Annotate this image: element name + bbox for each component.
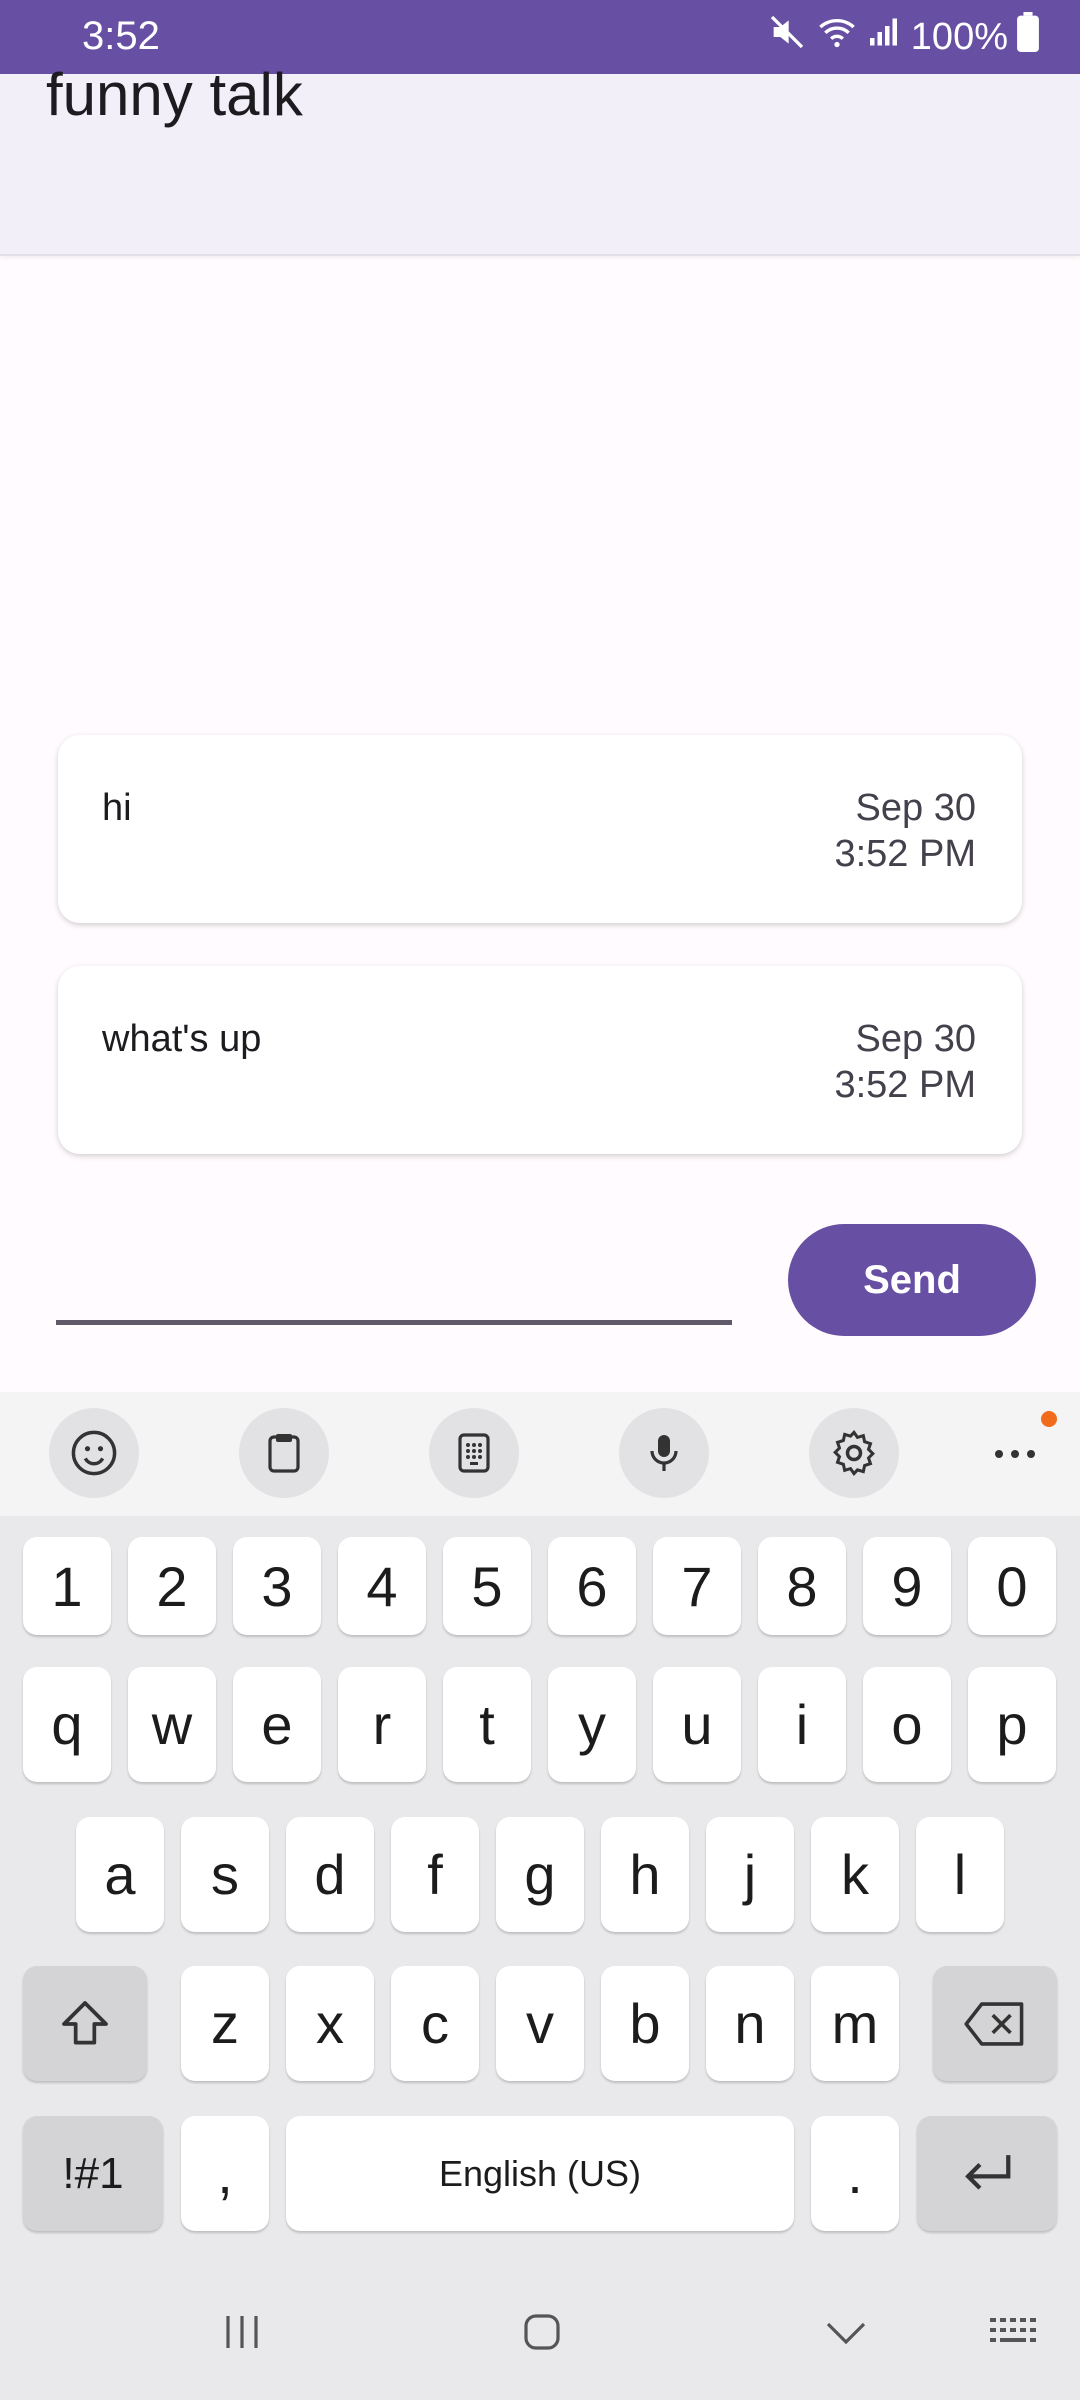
key-9[interactable]: 9	[863, 1537, 951, 1635]
key-i[interactable]: i	[758, 1667, 846, 1782]
symbols-key[interactable]: !#1	[23, 2116, 163, 2231]
key-a[interactable]: a	[76, 1817, 164, 1932]
key-n[interactable]: n	[706, 1966, 794, 2081]
key-h[interactable]: h	[601, 1817, 689, 1932]
key-z[interactable]: z	[181, 1966, 269, 2081]
message-time: 3:52 PM	[834, 833, 976, 875]
key-p[interactable]: p	[968, 1667, 1056, 1782]
message-input-underline	[56, 1320, 732, 1325]
key-b[interactable]: b	[601, 1966, 689, 2081]
key-1[interactable]: 1	[23, 1537, 111, 1635]
key-3[interactable]: 3	[233, 1537, 321, 1635]
backspace-icon	[964, 2001, 1024, 2046]
key-m[interactable]: m	[811, 1966, 899, 2081]
key-j[interactable]: j	[706, 1817, 794, 1932]
key-q[interactable]: q	[23, 1667, 111, 1782]
message-input[interactable]	[56, 1230, 732, 1320]
key-v[interactable]: v	[496, 1966, 584, 2081]
key-y[interactable]: y	[548, 1667, 636, 1782]
shift-key[interactable]	[23, 1966, 147, 2081]
keypad-icon[interactable]	[429, 1408, 519, 1498]
keyboard-toolbar	[0, 1392, 1080, 1516]
message-card[interactable]: what's up Sep 30 3:52 PM	[58, 966, 1022, 1154]
battery-icon	[1016, 12, 1040, 62]
status-time: 3:52	[82, 14, 160, 58]
key-t[interactable]: t	[443, 1667, 531, 1782]
settings-icon[interactable]	[809, 1408, 899, 1498]
key-d[interactable]: d	[286, 1817, 374, 1932]
key-s[interactable]: s	[181, 1817, 269, 1932]
message-timestamp: Sep 30 3:52 PM	[834, 1016, 976, 1108]
key-7[interactable]: 7	[653, 1537, 741, 1635]
message-text: hi	[102, 787, 132, 829]
message-date: Sep 30	[855, 1018, 976, 1060]
comma-key[interactable]: ,	[181, 2116, 269, 2231]
key-0[interactable]: 0	[968, 1537, 1056, 1635]
clipboard-icon[interactable]	[239, 1408, 329, 1498]
home-icon[interactable]	[510, 2300, 574, 2364]
key-5[interactable]: 5	[443, 1537, 531, 1635]
key-x[interactable]: x	[286, 1966, 374, 2081]
key-u[interactable]: u	[653, 1667, 741, 1782]
key-8[interactable]: 8	[758, 1537, 846, 1635]
key-o[interactable]: o	[863, 1667, 951, 1782]
backspace-key[interactable]	[933, 1966, 1057, 2081]
message-card[interactable]: hi Sep 30 3:52 PM	[58, 735, 1022, 923]
shift-icon	[62, 2000, 108, 2045]
enter-key[interactable]	[917, 2116, 1057, 2231]
enter-icon	[965, 2154, 1011, 2190]
microphone-icon[interactable]	[619, 1408, 709, 1498]
period-key[interactable]: .	[811, 2116, 899, 2231]
key-f[interactable]: f	[391, 1817, 479, 1932]
hide-keyboard-icon[interactable]	[814, 2300, 878, 2364]
key-r[interactable]: r	[338, 1667, 426, 1782]
space-key[interactable]: English (US)	[286, 2116, 794, 2231]
key-e[interactable]: e	[233, 1667, 321, 1782]
message-date: Sep 30	[855, 787, 976, 829]
message-timestamp: Sep 30 3:52 PM	[834, 785, 976, 877]
key-l[interactable]: l	[916, 1817, 1004, 1932]
key-k[interactable]: k	[811, 1817, 899, 1932]
send-button[interactable]: Send	[788, 1224, 1036, 1336]
message-text: what's up	[102, 1018, 262, 1060]
key-4[interactable]: 4	[338, 1537, 426, 1635]
key-c[interactable]: c	[391, 1966, 479, 2081]
mute-icon	[767, 12, 807, 62]
recent-apps-icon[interactable]	[210, 2300, 274, 2364]
key-w[interactable]: w	[128, 1667, 216, 1782]
page-title: funny talk	[46, 61, 303, 128]
notification-dot	[1041, 1411, 1057, 1427]
key-2[interactable]: 2	[128, 1537, 216, 1635]
wifi-icon	[815, 12, 859, 62]
keyboard-switch-icon[interactable]	[982, 2300, 1046, 2364]
more-icon[interactable]	[991, 1430, 1039, 1478]
key-g[interactable]: g	[496, 1817, 584, 1932]
battery-percent: 100%	[910, 15, 1008, 58]
status-icons: 100%	[767, 12, 1040, 62]
emoji-icon[interactable]	[49, 1408, 139, 1498]
message-time: 3:52 PM	[834, 1064, 976, 1106]
key-6[interactable]: 6	[548, 1537, 636, 1635]
signal-icon	[867, 12, 903, 62]
